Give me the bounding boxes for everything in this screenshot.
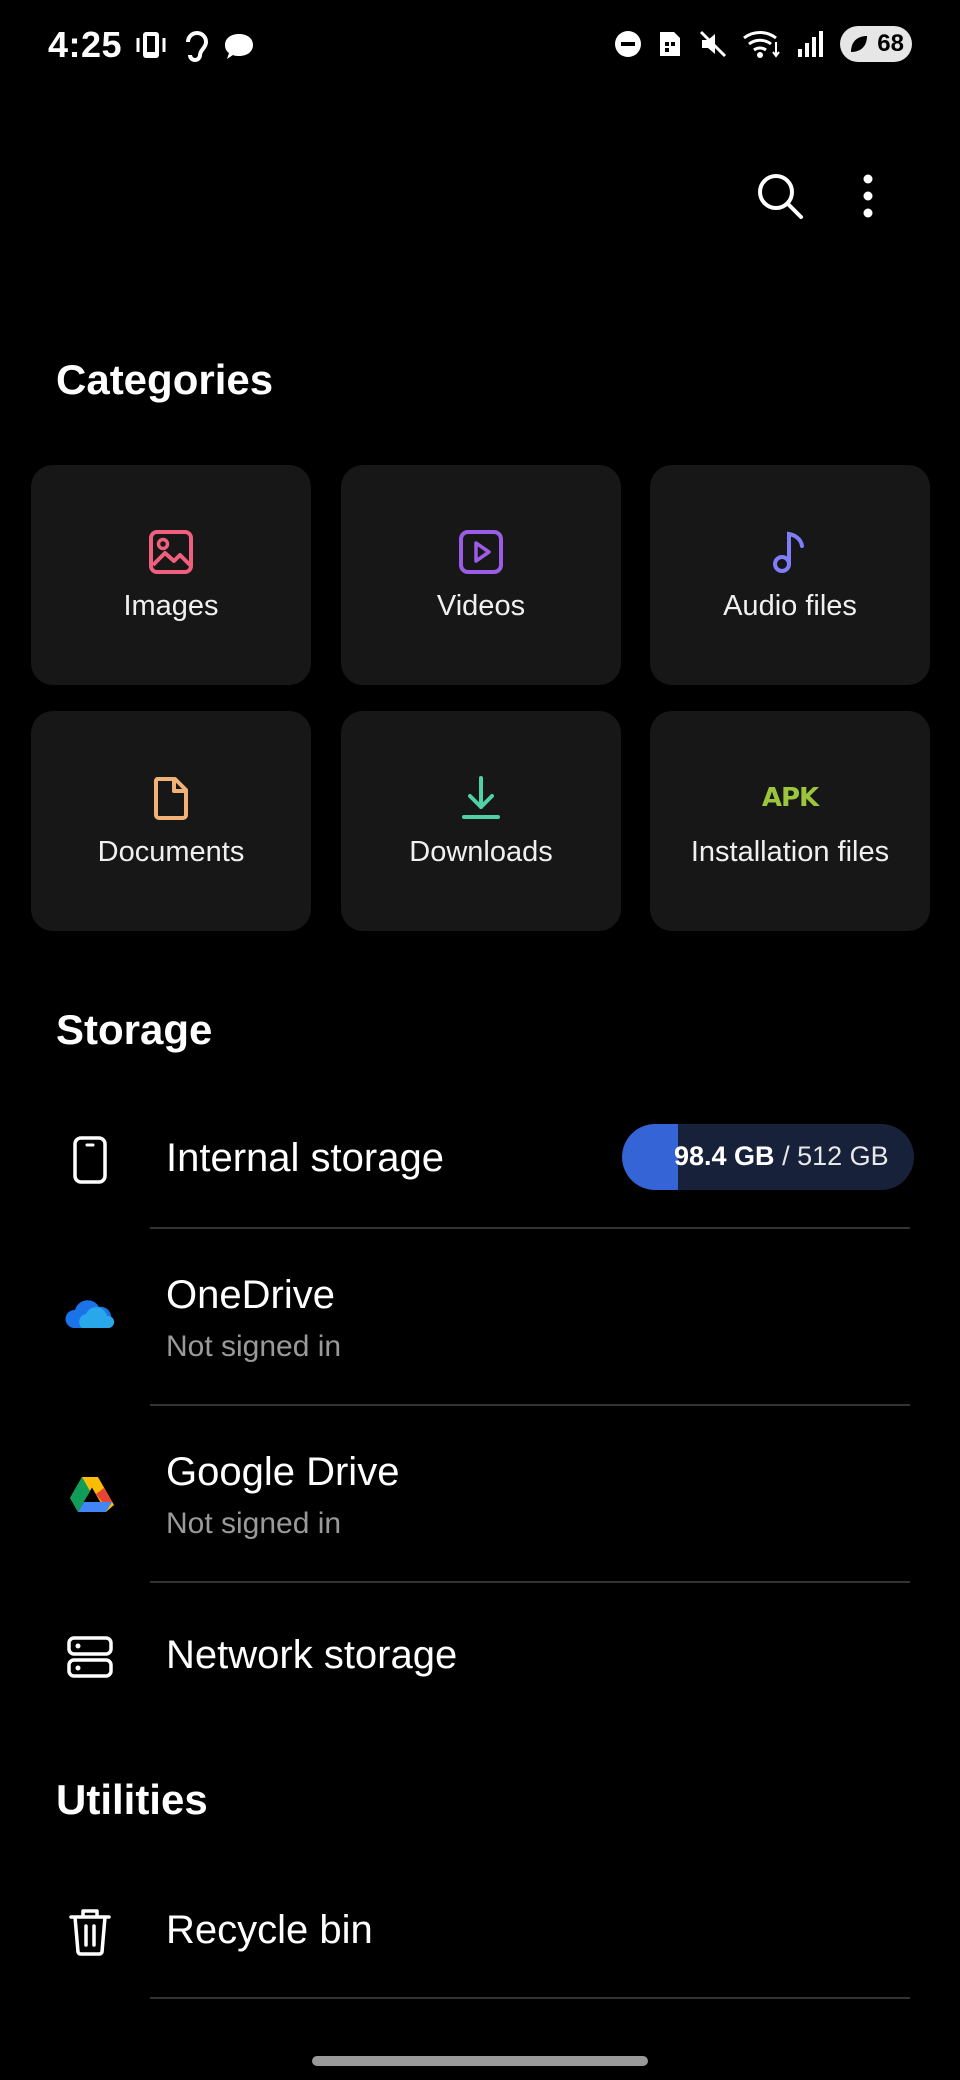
categories-heading: Categories [56,356,274,403]
utilities-heading: Utilities [56,1776,208,1823]
google-drive-status: Not signed in [166,1507,342,1540]
network-storage-row[interactable]: Network storage [0,1583,960,1729]
storage-used: 98.4 GB [674,1141,775,1171]
onedrive-row[interactable]: OneDrive Not signed in [0,1229,960,1405]
google-drive-icon [60,1466,120,1526]
document-icon [147,774,195,822]
category-label: Installation files [690,835,890,868]
onedrive-label: OneDrive [166,1273,335,1317]
trash-icon [60,1902,120,1962]
home-indicator[interactable] [312,2056,648,2066]
category-label: Audio files [723,589,857,622]
category-installation-files[interactable]: APK Installation files [650,711,930,931]
category-label: Documents [97,835,245,868]
search-button[interactable] [740,156,820,236]
category-videos[interactable]: Videos [341,465,621,685]
battery-indicator: 68 [840,26,912,62]
hearing-icon [186,31,209,62]
network-storage-label: Network storage [166,1633,458,1677]
storage-separator: / [774,1141,798,1171]
more-vert-icon [863,174,873,218]
onedrive-cloud-icon [60,1285,120,1345]
search-icon [758,174,803,219]
google-drive-row[interactable]: Google Drive Not signed in [0,1406,960,1582]
mute-icon [699,30,727,58]
storage-usage-text: 98.4 GB / 512 GB [674,1141,889,1172]
onedrive-status: Not signed in [166,1330,342,1363]
image-icon [147,528,195,576]
category-label: Videos [436,589,526,622]
internal-storage-label: Internal storage [166,1136,444,1180]
internal-storage-usage-bar: 98.4 GB / 512 GB [622,1124,914,1190]
smartphone-icon [60,1130,120,1190]
download-icon [457,774,505,822]
music-note-icon [766,528,814,576]
apk-icon-text: APK [761,782,819,813]
apk-icon: APK [762,774,819,822]
storage-total: 512 GB [797,1141,889,1171]
recycle-bin-row[interactable]: Recycle bin [0,1868,960,1998]
sim-card-icon [660,32,680,56]
status-time: 4:25 [48,24,123,65]
category-label: Downloads [409,835,553,868]
category-downloads[interactable]: Downloads [341,711,621,931]
category-documents[interactable]: Documents [31,711,311,931]
power-saving-leaf-icon [851,36,867,52]
recycle-bin-label: Recycle bin [166,1908,373,1952]
category-audio-files[interactable]: Audio files [650,465,930,685]
do-not-disturb-icon [615,31,641,57]
storage-heading: Storage [56,1006,213,1053]
status-bar: 4:25 68 [0,0,960,92]
phone-vibrate-icon [136,32,166,58]
chat-bubble-icon [225,34,253,59]
signal-icon [798,31,823,57]
battery-level: 68 [877,30,904,57]
more-options-button[interactable] [828,156,908,236]
status-system-icons: 68 [614,26,912,62]
video-icon [457,528,505,576]
category-label: Images [123,589,219,622]
google-drive-label: Google Drive [166,1450,400,1494]
wifi-icon [743,31,780,58]
network-storage-icon [60,1627,120,1687]
category-images[interactable]: Images [31,465,311,685]
divider [150,1997,910,1999]
status-notification-icons [134,28,256,64]
